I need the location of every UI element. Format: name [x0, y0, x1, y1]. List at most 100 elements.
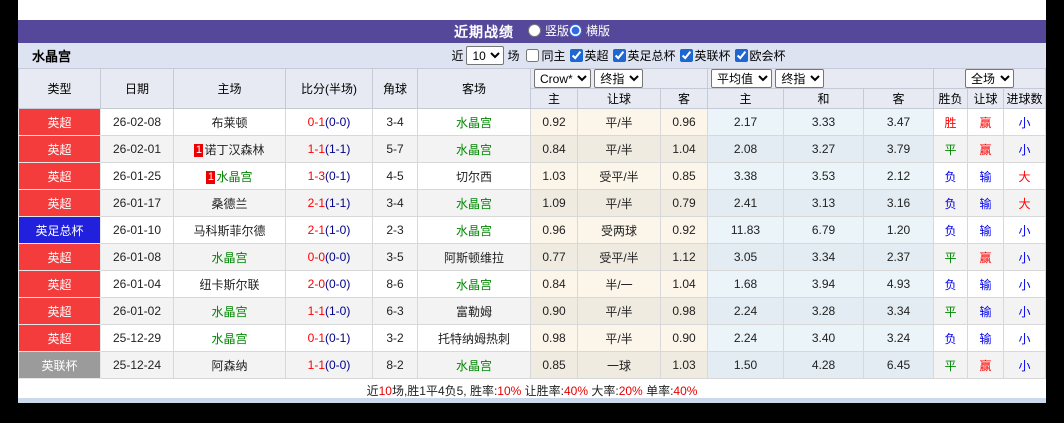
fulltime-score: 2-1 — [307, 196, 325, 210]
league-type-cell: 英超 — [18, 297, 101, 325]
result-goals-cell: 大 — [1003, 189, 1046, 217]
league-type-cell: 英超 — [18, 270, 101, 298]
home-team-cell: 马科斯菲尔德 — [173, 216, 286, 244]
halftime-score: (0-0) — [325, 250, 351, 264]
away-team-cell: 切尔西 — [417, 162, 531, 190]
result-handicap-cell: 输 — [967, 324, 1005, 352]
result-goals-cell: 小 — [1003, 108, 1046, 136]
result-goals-cell: 小 — [1003, 324, 1046, 352]
asia-home-odds-cell: 0.98 — [530, 324, 578, 352]
date-cell: 25-12-24 — [100, 351, 174, 379]
euro-home-odds-cell: 1.68 — [707, 270, 784, 298]
team-name: 阿斯顿维拉 — [443, 250, 504, 265]
euro-draw-odds-cell: 3.33 — [783, 108, 864, 136]
filter-checkbox-欧会杯[interactable]: 欧会杯 — [731, 47, 786, 64]
league-type-cell: 英超 — [18, 135, 101, 163]
asia-away-odds-cell: 1.03 — [660, 351, 708, 379]
summary-text: 单率: — [642, 384, 674, 398]
euro-away-odds-cell: 4.93 — [862, 270, 935, 298]
home-team-cell: 水晶宫 — [173, 243, 286, 271]
result-goals-cell: 小 — [1003, 270, 1046, 298]
euro-home-odds-cell: 11.83 — [707, 216, 784, 244]
filter-checkbox-英联杯[interactable]: 英联杯 — [676, 47, 731, 64]
away-team-cell: 水晶宫 — [417, 351, 531, 379]
layout-radio-horizontal[interactable]: 横版 — [569, 22, 610, 39]
checkbox-input[interactable] — [612, 48, 626, 62]
fulltime-score: 1-3 — [307, 169, 325, 183]
layout-radio-vertical[interactable]: 竖版 — [527, 22, 569, 39]
halftime-score: (0-0) — [325, 277, 351, 291]
checkbox-input[interactable] — [734, 48, 748, 62]
summary-text: 大率: — [588, 384, 619, 398]
result-handicap-cell: 输 — [967, 216, 1005, 244]
result-wdl-cell: 平 — [933, 243, 969, 271]
summary-text: 20% — [618, 384, 643, 398]
euro-away-odds-cell: 2.12 — [862, 162, 935, 190]
corner-cell: 6-3 — [372, 297, 418, 325]
top-margin — [18, 0, 1046, 20]
asia-handicap-cell: 平/半 — [577, 135, 661, 163]
asia-home-odds-cell: 1.09 — [530, 189, 578, 217]
corner-cell: 3-5 — [372, 243, 418, 271]
summary-text: 10 — [378, 384, 392, 398]
result-handicap-cell: 输 — [967, 189, 1005, 217]
asia-handicap-cell: 受两球 — [577, 216, 661, 244]
layout-radio-input[interactable] — [527, 23, 541, 37]
result-wdl-cell: 胜 — [933, 108, 969, 136]
euro-draw-odds-cell: 3.34 — [783, 243, 864, 271]
bookmaker-select[interactable]: Crow* — [534, 69, 591, 88]
away-team-cell: 富勒姆 — [417, 297, 531, 325]
recent-count-select[interactable]: 10 — [466, 46, 505, 66]
filter-checkbox-英超[interactable]: 英超 — [566, 47, 609, 64]
layout-radio-input[interactable] — [569, 23, 582, 37]
euro-away-odds-cell: 6.45 — [862, 351, 935, 379]
halftime-score: (1-0) — [325, 304, 351, 318]
team-name: 诺丁汉森林 — [204, 142, 265, 157]
match-row: 英超 26-02-08 布莱顿 0-1(0-0) 3-4 水晶宫 0.92 平/半 0.96 2.… — [18, 108, 1046, 136]
asia-home-odds-cell: 0.84 — [530, 135, 578, 163]
away-team-cell: 水晶宫 — [417, 108, 531, 136]
filter-checkbox-同主[interactable]: 同主 — [522, 47, 566, 64]
euro-away-odds-cell: 1.20 — [862, 216, 935, 244]
checkbox-label: 同主 — [541, 48, 566, 63]
euro-draw-odds-cell: 6.79 — [783, 216, 864, 244]
date-cell: 26-01-25 — [100, 162, 174, 190]
date-cell: 26-01-10 — [100, 216, 174, 244]
away-team-cell: 水晶宫 — [417, 135, 531, 163]
layout-radio-label: 竖版 — [544, 23, 569, 38]
checkbox-input[interactable] — [569, 48, 583, 62]
checkbox-input[interactable] — [526, 48, 540, 62]
score-cell: 0-1(0-1) — [285, 324, 373, 352]
match-row: 英超 26-01-25 1 水晶宫 1-3(0-1) 4-5 切尔西 1.03 受平/半 0.85… — [18, 162, 1046, 190]
team-name: 托特纳姆热刺 — [437, 331, 510, 346]
col-header-euro-draw: 和 — [783, 88, 864, 109]
halftime-score: (0-0) — [325, 115, 351, 129]
euro-draw-odds-cell: 4.28 — [783, 351, 864, 379]
score-cell: 0-0(0-0) — [285, 243, 373, 271]
col-header-asia-away: 客 — [660, 88, 708, 109]
page-title: 近期战绩 — [453, 23, 514, 40]
asian-odds-time-select[interactable]: 终指 — [594, 69, 644, 88]
asia-away-odds-cell: 1.04 — [660, 135, 708, 163]
result-handicap-cell: 输 — [967, 270, 1005, 298]
asia-handicap-cell: 平/半 — [577, 189, 661, 217]
period-select[interactable]: 全场 — [965, 69, 1014, 88]
team-name: 水晶宫 — [455, 277, 492, 292]
checkbox-label: 英足总杯 — [627, 48, 676, 63]
score-cell: 2-1(1-1) — [285, 189, 373, 217]
euro-draw-odds-cell: 3.53 — [783, 162, 864, 190]
recent-results-table: 类型 日期 主场 比分(半场) 角球 客场 Crow* 终指 平均值 终指 全场 — [18, 68, 1046, 379]
league-type-cell: 英足总杯 — [18, 216, 101, 244]
summary-text: 近 — [366, 384, 379, 398]
checkbox-input[interactable] — [679, 48, 693, 62]
euro-draw-odds-cell: 3.40 — [783, 324, 864, 352]
fulltime-score: 1-1 — [307, 142, 325, 156]
euro-odds-time-select[interactable]: 终指 — [775, 69, 825, 88]
asia-handicap-cell: 平/半 — [577, 324, 661, 352]
home-team-cell: 1 诺丁汉森林 — [173, 135, 286, 163]
col-header-date: 日期 — [100, 68, 174, 109]
euro-odds-source-select[interactable]: 平均值 — [711, 69, 772, 88]
date-cell: 26-02-01 — [100, 135, 174, 163]
filter-checkbox-英足总杯[interactable]: 英足总杯 — [609, 47, 676, 64]
score-cell: 2-0(0-0) — [285, 270, 373, 298]
